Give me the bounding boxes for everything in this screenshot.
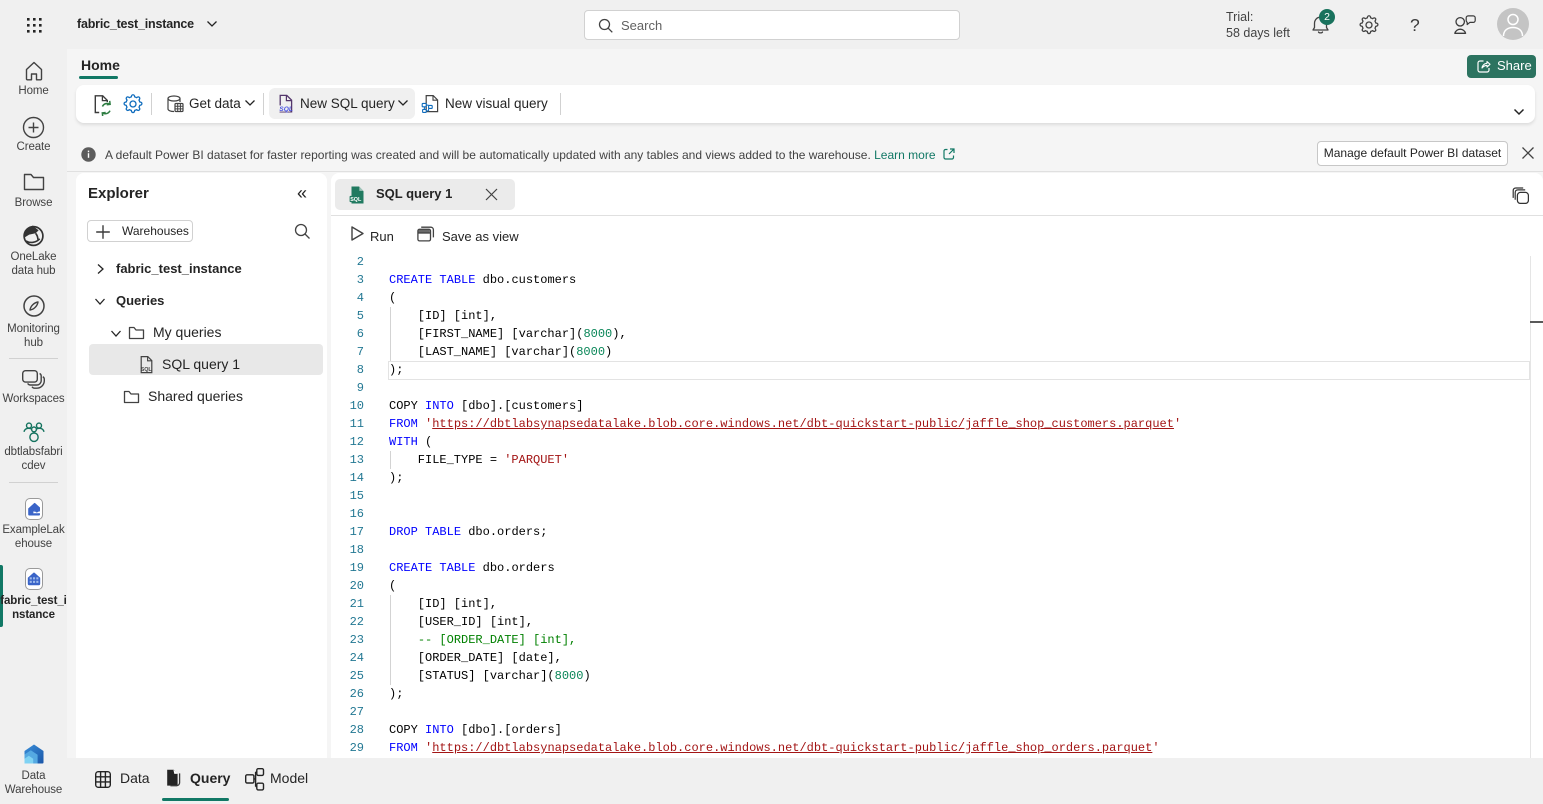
svg-text:SQL: SQL <box>141 367 153 373</box>
svg-text:SQL: SQL <box>350 197 362 203</box>
svg-text:SQL: SQL <box>279 106 293 113</box>
